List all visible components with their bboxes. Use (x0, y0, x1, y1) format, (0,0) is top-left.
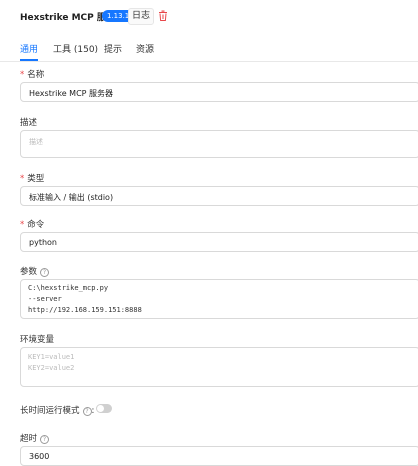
name-input[interactable]: Hexstrike MCP 服务器 (20, 82, 418, 102)
args-label: 参数? (20, 265, 50, 277)
args-line: --server (28, 295, 62, 303)
command-value: python (29, 238, 57, 247)
long-running-toggle[interactable] (96, 404, 112, 413)
required-marker: * (20, 70, 25, 80)
required-marker: * (20, 174, 25, 184)
description-input[interactable]: 描述 (20, 130, 418, 158)
type-value: 标准输入 / 输出 (stdio) (29, 193, 114, 202)
required-marker: * (20, 220, 25, 230)
server-header: Hexstrike MCP 服务器 1.13.1 日志 (0, 0, 418, 30)
name-value: Hexstrike MCP 服务器 (29, 89, 114, 98)
args-line: C:\hexstrike_mcp.py (28, 284, 109, 292)
tab-prompts[interactable]: 提示 (104, 42, 122, 55)
tab-tools[interactable]: 工具 (150) (53, 42, 98, 55)
help-icon[interactable]: ? (40, 435, 50, 444)
command-label: * 命令 (20, 220, 45, 230)
long-running-label: 长时间运行模式?: (20, 406, 95, 416)
logs-button[interactable]: 日志 (128, 8, 155, 25)
tab-bar: 通用 工具 (150) 提示 资源 (0, 36, 418, 62)
env-label: 环境变量 (20, 335, 55, 345)
name-label: * 名称 (20, 70, 45, 80)
timeout-label: 超时? (20, 432, 50, 444)
description-placeholder: 描述 (29, 138, 43, 146)
type-label: * 类型 (20, 174, 45, 184)
command-input[interactable]: python (20, 232, 418, 252)
env-placeholder-line: KEY1=value1 (28, 353, 75, 361)
env-placeholder-line: KEY2=value2 (28, 364, 75, 372)
args-textarea[interactable]: C:\hexstrike_mcp.py --server http://192.… (20, 279, 418, 319)
active-tab-indicator (20, 59, 38, 61)
description-label: 描述 (20, 118, 38, 128)
tab-general[interactable]: 通用 (20, 42, 38, 55)
tab-resources[interactable]: 资源 (136, 42, 154, 55)
args-line: http://192.168.159.151:8888 (28, 306, 142, 314)
toggle-knob (97, 405, 104, 412)
timeout-value: 3600 (29, 452, 50, 461)
help-icon[interactable]: ? (82, 407, 92, 416)
env-textarea[interactable]: KEY1=value1 KEY2=value2 (20, 347, 418, 387)
type-select[interactable]: 标准输入 / 输出 (stdio) (20, 186, 418, 206)
timeout-input[interactable]: 3600 (20, 446, 418, 466)
trash-icon[interactable] (158, 10, 168, 21)
help-icon[interactable]: ? (40, 268, 50, 277)
